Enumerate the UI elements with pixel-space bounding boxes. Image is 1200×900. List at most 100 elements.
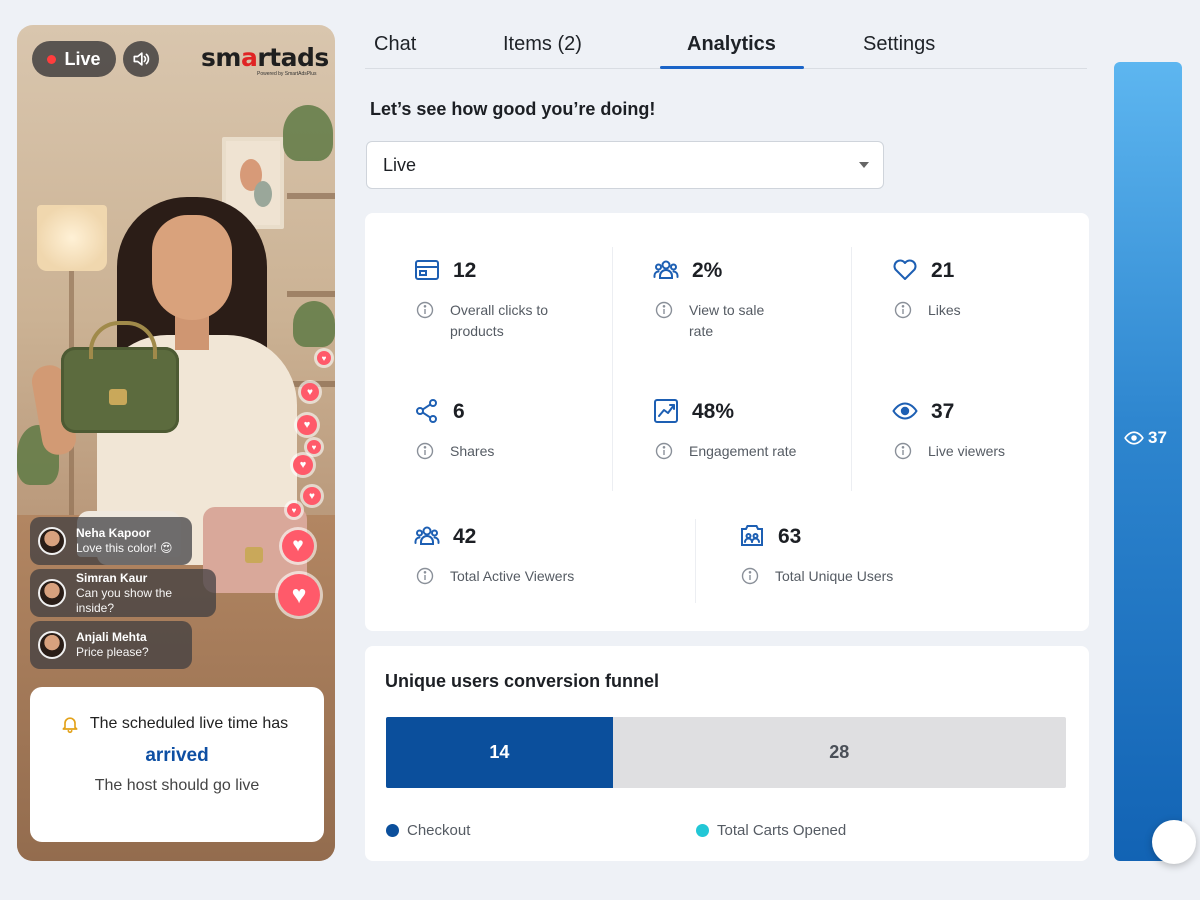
heart-icon: ♥: [303, 487, 321, 505]
heart-icon: ♥: [293, 455, 313, 475]
like-button[interactable]: ♥: [278, 574, 320, 616]
viewer-rail[interactable]: 37: [1114, 62, 1182, 861]
notice-line-3: The host should go live: [94, 777, 260, 794]
funnel-segment-checkout[interactable]: 14: [386, 717, 613, 788]
schedule-notice: The scheduled live time has arrived The …: [30, 687, 324, 842]
plant: [283, 105, 333, 161]
stat-label: Live viewers: [928, 443, 1006, 459]
wall-shelf: [287, 193, 335, 199]
live-badge: Live: [32, 41, 116, 77]
share-icon: [416, 399, 437, 423]
stat-label: Total Active Viewers: [450, 568, 575, 584]
period-select[interactable]: Live: [366, 141, 884, 189]
tab-items[interactable]: Items (2): [503, 33, 582, 56]
trend-chart-icon: [654, 399, 678, 423]
tab-settings[interactable]: Settings: [863, 33, 935, 56]
info-icon[interactable]: [655, 442, 673, 460]
legend-dot: [386, 824, 399, 837]
info-icon[interactable]: [416, 301, 434, 319]
legend-item-carts-opened: Total Carts Opened: [696, 822, 846, 839]
active-tab-indicator: [660, 66, 804, 69]
avatar: [38, 579, 66, 607]
speaker-icon: [133, 52, 150, 66]
comment-author: Neha Kapoor: [76, 526, 151, 540]
stat-label: Likes: [928, 302, 961, 318]
comment-text: Love this color! 😍: [76, 541, 173, 555]
tab-analytics[interactable]: Analytics: [687, 33, 776, 56]
unique-users-icon: [741, 525, 763, 546]
funnel-bar: 14 28: [386, 717, 1066, 788]
analytics-stats-card: 12 Overall clicks to products 2% View to…: [365, 213, 1089, 631]
heart-icon: ♥: [317, 351, 331, 365]
tab-chat[interactable]: Chat: [374, 33, 416, 56]
stat-label: Engagement rate: [689, 443, 797, 459]
stat-label: Overall clicks to products: [450, 302, 549, 339]
host-face: [152, 215, 232, 320]
legend-label: Total Carts Opened: [717, 822, 847, 839]
heart-icon: ♥: [307, 440, 321, 454]
avatar: [38, 527, 66, 555]
live-video-panel[interactable]: Live smartads Powered by SmartAdsPlus Ne…: [17, 25, 335, 861]
avatar: [38, 631, 66, 659]
legend-item-checkout: Checkout: [386, 822, 470, 839]
legend-label: Checkout: [407, 822, 471, 839]
heart-icon: ♥: [287, 503, 301, 517]
info-icon[interactable]: [416, 567, 434, 585]
funnel-title: Unique users conversion funnel: [385, 671, 660, 691]
plant: [293, 301, 335, 347]
heart-icon: [893, 259, 917, 280]
lamp: [37, 205, 107, 271]
info-icon[interactable]: [894, 301, 912, 319]
comment-text: Price please?: [76, 645, 149, 659]
chat-comment: Anjali Mehta Price please?: [30, 621, 192, 669]
info-icon[interactable]: [416, 442, 434, 460]
drag-handle[interactable]: [1152, 820, 1196, 864]
stat-value: 48%: [692, 400, 735, 423]
mute-button[interactable]: [123, 41, 159, 77]
stat-label: Total Unique Users: [775, 568, 894, 584]
stat-value: 42: [453, 525, 477, 548]
brand-accent: a: [240, 43, 258, 72]
wall-shelf: [287, 291, 335, 297]
heart-icon: ♥: [297, 415, 317, 435]
stat-value: 21: [931, 259, 955, 282]
legend-dot: [696, 824, 709, 837]
heart-icon: ♥: [282, 530, 314, 562]
info-icon[interactable]: [655, 301, 673, 319]
chat-comment: Neha Kapoor Love this color! 😍: [30, 517, 192, 565]
brand-tagline: Powered by SmartAdsPlus: [257, 71, 317, 77]
stat-label: View to sale rate: [689, 302, 765, 339]
rail-viewer-count: 37: [1124, 428, 1167, 448]
heart-icon: ♥: [301, 383, 319, 401]
period-select-value: Live: [383, 154, 417, 175]
stat-value: 12: [453, 259, 477, 282]
comment-text: Can you show the inside?: [76, 585, 173, 615]
green-handbag: [61, 321, 179, 433]
live-dot-icon: [47, 54, 57, 64]
eye-icon: [892, 402, 918, 420]
stat-label: Shares: [450, 443, 495, 459]
chat-comment: Simran Kaur Can you show the inside?: [30, 569, 216, 617]
stat-value: 6: [453, 400, 465, 423]
divider: [612, 247, 613, 491]
divider: [851, 247, 852, 491]
notice-line-1: The scheduled live time has: [89, 715, 289, 732]
divider: [695, 519, 696, 603]
product-card-icon: [415, 260, 439, 280]
users-icon: [414, 526, 440, 545]
tab-bar: Chat Items (2) Analytics Settings: [365, 25, 1087, 69]
info-icon[interactable]: [894, 442, 912, 460]
rail-viewer-value: 37: [1148, 428, 1167, 447]
funnel-segment-carts-opened[interactable]: 28: [612, 717, 1066, 788]
comment-author: Simran Kaur: [76, 570, 148, 585]
conversion-funnel-card: Unique users conversion funnel 14 28 Che…: [365, 646, 1089, 861]
page-title: Let’s see how good you’re doing!: [370, 99, 656, 119]
stat-value: 63: [778, 525, 802, 548]
caret-down-icon: [859, 162, 869, 168]
stat-value: 37: [931, 400, 955, 423]
live-label: Live: [64, 48, 101, 69]
eye-icon: [1124, 431, 1144, 445]
info-icon[interactable]: [741, 567, 759, 585]
brand-prefix: sm: [201, 43, 241, 72]
notice-line-2: arrived: [145, 745, 209, 766]
